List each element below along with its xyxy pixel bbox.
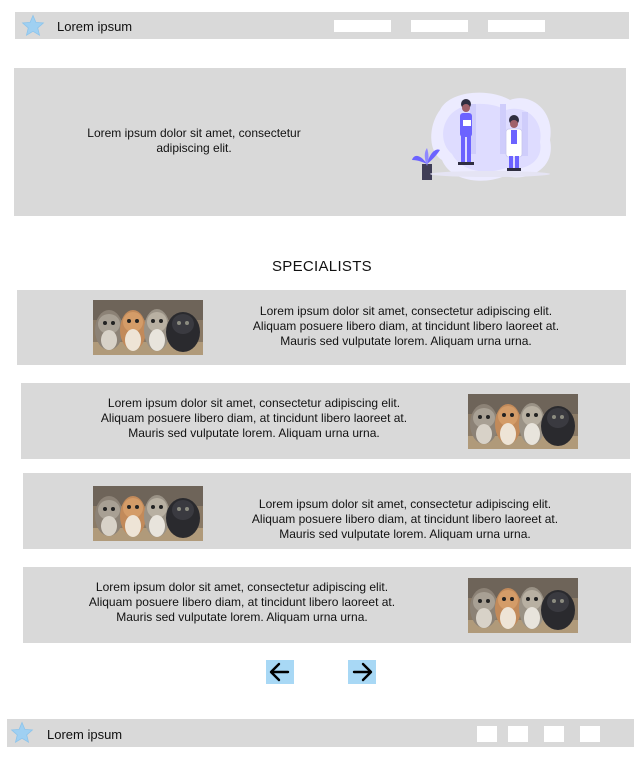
hero-banner: Lorem ipsum dolor sit amet, consectetur …: [14, 68, 626, 216]
specialist-card[interactable]: Lorem ipsum dolor sit amet, consectetur …: [23, 567, 631, 643]
header-bar: Lorem ipsum: [15, 12, 629, 39]
kittens-photo: [468, 578, 578, 633]
specialist-card[interactable]: Lorem ipsum dolor sit amet, consectetur …: [17, 290, 626, 365]
nav-item-3[interactable]: [488, 20, 545, 32]
specialist-text: Lorem ipsum dolor sit amet, consectetur …: [100, 396, 408, 440]
footer-link-3[interactable]: [544, 726, 564, 742]
nav-item-1[interactable]: [334, 20, 391, 32]
specialist-text: Lorem ipsum dolor sit amet, consectetur …: [88, 580, 396, 624]
specialist-text: Lorem ipsum dolor sit amet, consectetur …: [252, 304, 560, 348]
nav-item-2[interactable]: [411, 20, 468, 32]
specialist-card[interactable]: Lorem ipsum dolor sit amet, consectetur …: [21, 383, 630, 459]
footer-link-4[interactable]: [580, 726, 600, 742]
section-title: SPECIALISTS: [271, 258, 372, 275]
footer-link-1[interactable]: [477, 726, 497, 742]
footer-brand-name[interactable]: Lorem ipsum: [47, 727, 122, 742]
kittens-photo: [93, 486, 203, 541]
star-icon[interactable]: [10, 721, 34, 745]
arrow-right-icon: [352, 662, 373, 682]
doctors-illustration: [412, 92, 551, 181]
footer-bar: Lorem ipsum: [7, 719, 634, 747]
arrow-left-icon: [269, 662, 290, 682]
prev-button[interactable]: [266, 660, 294, 684]
star-icon[interactable]: [21, 14, 45, 38]
kittens-photo: [468, 394, 578, 449]
footer-link-2[interactable]: [508, 726, 528, 742]
hero-text: Lorem ipsum dolor sit amet, consectetur …: [87, 126, 301, 155]
next-button[interactable]: [348, 660, 376, 684]
specialist-card[interactable]: Lorem ipsum dolor sit amet, consectetur …: [23, 473, 631, 549]
specialist-text: Lorem ipsum dolor sit amet, consectetur …: [251, 497, 559, 541]
brand-name[interactable]: Lorem ipsum: [57, 19, 132, 34]
kittens-photo: [93, 300, 203, 355]
